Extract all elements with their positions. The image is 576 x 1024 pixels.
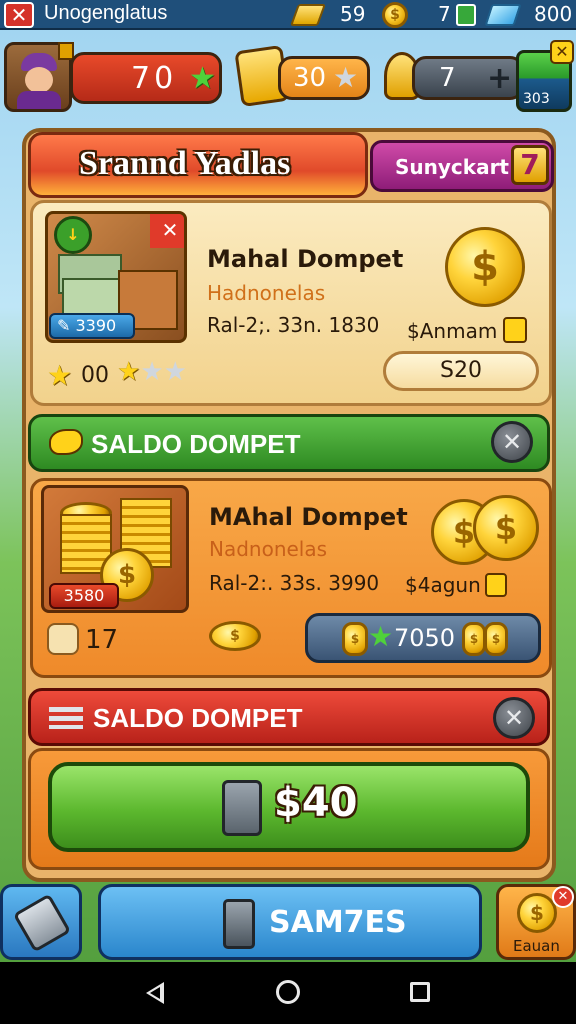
chest-value: 303: [523, 91, 550, 107]
offer-1-buy-label: S20: [440, 358, 482, 383]
offer-1-details: Ral-2;. 33n. 1830: [207, 313, 380, 337]
section-2-label: SALDO DOMPET: [93, 703, 303, 733]
status-bar: ✕ Unogenglatus 59 $ 7 800: [0, 0, 576, 30]
amount-star-icon: ★: [368, 620, 394, 653]
rating-star-empty-icon: ★★: [140, 357, 187, 387]
eraser-icon: [12, 893, 72, 953]
offer-2-price-gem-icon: [485, 573, 507, 597]
player-score-value: 70: [131, 61, 178, 96]
buy-button[interactable]: $40: [48, 762, 530, 852]
system-nav-bar: [0, 962, 576, 1024]
offer-1-price-label: $Anmam: [407, 319, 498, 343]
title-banner: Srannd Yadlas: [28, 132, 368, 198]
player-score-pill: 70 ★: [70, 52, 222, 104]
menu-lines-icon: [49, 707, 83, 729]
offer-2-price-label: $4agun: [405, 573, 481, 597]
games-button-label: SAM7ES: [269, 905, 407, 940]
games-button[interactable]: SAM7ES: [98, 884, 482, 960]
offer-2-name: MAhal Dompet: [209, 503, 408, 531]
tab-sunyckart-label: Sunyckart: [395, 155, 509, 179]
silver-star-icon: ★: [333, 61, 359, 94]
page-title: Srannd Yadlas: [79, 145, 291, 182]
offer-1-badge: ✎ 3390: [49, 313, 135, 339]
offer-1-buy-button[interactable]: S20: [383, 351, 539, 391]
chest-close-icon[interactable]: ✕: [550, 40, 574, 64]
offer-2-badge: 3580: [49, 583, 119, 609]
coin-pair-icon-b: $: [473, 495, 539, 561]
key-value: 7: [439, 63, 456, 93]
section-banner-1[interactable]: SALDO DOMPET ✕: [28, 414, 550, 472]
section-1-close-button[interactable]: ✕: [491, 421, 533, 463]
green-box-icon: [456, 4, 476, 26]
home-nav-button[interactable]: [276, 980, 300, 1004]
green-token-icon: ↓: [54, 216, 92, 254]
offer-2-badge-value: 3580: [63, 586, 105, 605]
tab-badge: 7: [511, 145, 549, 185]
offer-2-count: 17: [85, 625, 119, 655]
offer-2-amount-value: 7050: [394, 624, 456, 652]
offer-card-1[interactable]: ✕ ↓ ✎ 3390 Mahal Dompet Hadnonelas Ral-2…: [30, 200, 552, 406]
wings-icon: [49, 429, 83, 455]
flat-coin-icon: $: [209, 621, 261, 651]
offer-1-star-icon: ★: [47, 359, 73, 392]
amount-coin-icon-2: $: [462, 622, 486, 656]
offer-card-2[interactable]: $ 3580 MAhal Dompet Nadnonelas Ral-2:. 3…: [30, 478, 552, 678]
device-icon: [223, 899, 255, 949]
ticket-value: 30: [293, 63, 327, 93]
status-value-1: 59: [340, 2, 366, 26]
green-star-icon: ★: [189, 61, 216, 96]
status-value-2: 7: [438, 2, 451, 26]
offer-1-badge-value: 3390: [75, 316, 117, 335]
section-1-label: SALDO DOMPET: [91, 429, 301, 459]
earn-coin-icon: $: [517, 893, 557, 933]
status-value-3: 800: [534, 2, 573, 26]
corner-x-icon: ✕: [150, 214, 184, 248]
offer-2-subtitle: Nadnonelas: [209, 537, 328, 561]
offer-1-price-gem-icon: [503, 317, 527, 343]
coin-icon: $: [382, 2, 408, 28]
close-app-button[interactable]: ✕: [4, 2, 34, 28]
offer-1-stars-text: 00: [81, 363, 109, 388]
app-title: Unogenglatus: [44, 2, 168, 24]
plus-icon[interactable]: +: [487, 61, 512, 96]
gold-bar-icon: [289, 4, 327, 26]
earn-button-label: Eauan: [513, 937, 560, 955]
rating-star-icon: ★: [117, 357, 141, 387]
earn-close-icon[interactable]: ✕: [552, 886, 574, 908]
back-nav-inner: [150, 987, 160, 999]
key-pill: 7 +: [412, 56, 524, 100]
recents-nav-button[interactable]: [410, 982, 430, 1002]
big-coin-icon: $: [445, 227, 525, 307]
phone-icon: [222, 780, 262, 836]
offer-1-name: Mahal Dompet: [207, 245, 404, 273]
offer-2-details: Ral-2:. 33s. 3990: [209, 571, 380, 595]
buy-button-label: $40: [274, 780, 358, 826]
eraser-button[interactable]: [0, 884, 82, 960]
blue-gem-icon: [484, 4, 522, 26]
offer-1-subtitle: Hadnonelas: [207, 281, 326, 305]
amount-coin-icon: $: [342, 622, 368, 656]
section-2-close-button[interactable]: ✕: [493, 697, 535, 739]
tab-sunyckart[interactable]: Sunyckart 7: [370, 140, 554, 192]
offer-2-amount-pill[interactable]: $ ★ 7050 $ $: [305, 613, 541, 663]
offer-1-rating: ★★★: [117, 357, 187, 387]
amount-coin-icon-3: $: [484, 622, 508, 656]
puzzle-icon: [47, 623, 79, 655]
ticket-pill: 30 ★: [278, 56, 370, 100]
pencil-icon: ✎: [57, 316, 71, 335]
section-banner-2[interactable]: SALDO DOMPET ✕: [28, 688, 550, 746]
